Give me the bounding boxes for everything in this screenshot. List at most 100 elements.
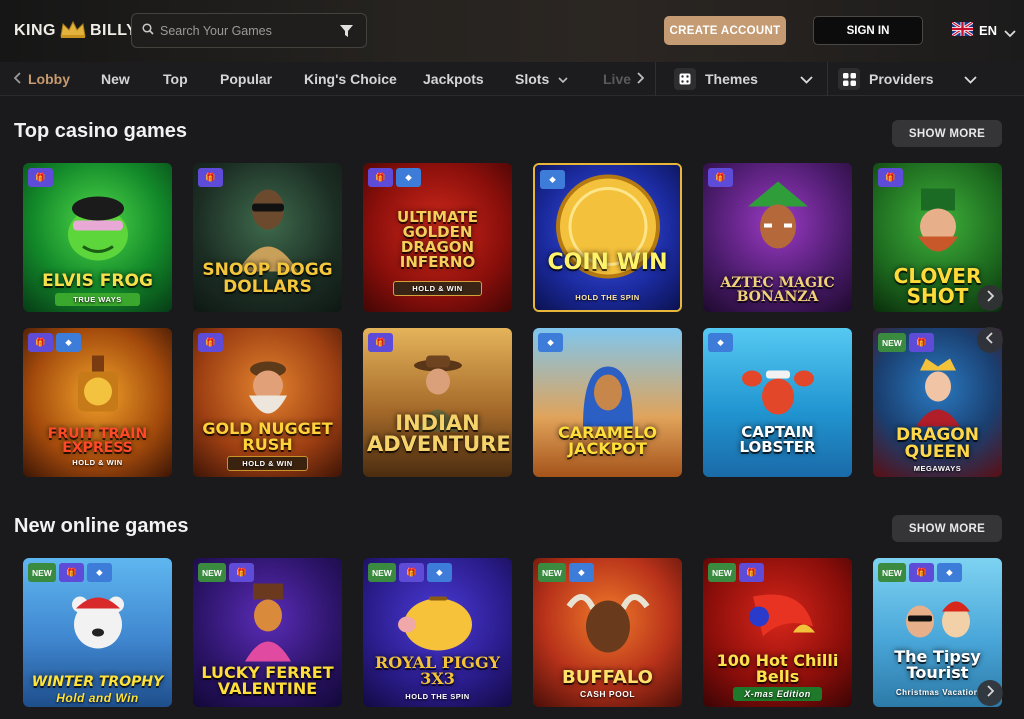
nav-item-live[interactable]: Live [603, 62, 631, 96]
create-account-button[interactable]: CREATE ACCOUNT [664, 16, 786, 45]
game-tile-indian-adventure[interactable]: Indian Adventure 🎁 [363, 328, 512, 477]
new-badge: NEW [708, 563, 736, 582]
game-title: Elvis Frog [42, 271, 153, 291]
game-title: Lucky Ferret Valentine [201, 663, 334, 698]
language-selector[interactable]: EN [951, 20, 998, 39]
sign-in-button[interactable]: SIGN IN [813, 16, 923, 45]
top-games-title: Top casino games [14, 120, 188, 142]
game-tile-golden-dragon[interactable]: Ultimate Golden Dragon Inferno HOLD & WI… [363, 163, 512, 312]
search-bar[interactable] [131, 13, 367, 48]
ferret-icon [233, 581, 303, 666]
chevron-down-icon [964, 71, 977, 87]
new-badge: NEW [878, 563, 906, 582]
game-tile-captain-lobster[interactable]: Captain Lobster ◆ [703, 328, 852, 477]
new-badge: NEW [28, 563, 56, 582]
game-tile-aztec-magic-bonanza[interactable]: Aztec Magic Bonanza 🎁 [703, 163, 852, 312]
game-badges: NEW 🎁 [198, 563, 254, 582]
game-subtitle: X-mas Edition [733, 687, 822, 701]
gift-badge-icon: 🎁 [398, 563, 424, 582]
game-tile-coin-win[interactable]: Coin Win HOLD THE SPIN ◆ [533, 163, 682, 312]
gift-badge-icon: 🎁 [368, 333, 393, 352]
providers-dropdown[interactable]: Providers [838, 62, 934, 96]
chevron-down-icon [800, 71, 813, 87]
gift-badge-icon: 🎁 [228, 563, 254, 582]
train-icon [58, 351, 138, 436]
nav-item-top[interactable]: Top [163, 62, 188, 96]
top-games-next-button[interactable] [977, 285, 1003, 311]
nav-item-label: Lobby [28, 71, 70, 87]
chevron-left-icon [13, 71, 22, 87]
chevron-right-icon [986, 684, 995, 702]
leprechaun-icon [903, 186, 973, 271]
nav-item-kings-choice[interactable]: King's Choice [304, 62, 397, 96]
nav-scroll-right-button[interactable] [636, 62, 645, 96]
bear-icon [58, 586, 138, 661]
game-tile-elvis-frog[interactable]: Elvis Frog TRUE WAYS 🎁 [23, 163, 172, 312]
diamond-badge-icon: ◆ [936, 563, 962, 582]
nav-divider [655, 62, 656, 96]
game-title: The Tipsy Tourist [894, 647, 981, 682]
game-title: Winter Trophy [31, 674, 164, 690]
nav-item-jackpots[interactable]: Jackpots [423, 62, 484, 96]
game-badges: NEW 🎁 ◆ [28, 563, 112, 582]
language-label: EN [979, 23, 998, 38]
crown-icon [59, 20, 87, 43]
category-nav: Lobby New Top Popular King's Choice Jack… [0, 62, 1024, 96]
game-title: Indian Adventure [367, 411, 511, 456]
game-tile-winter-trophy[interactable]: Winter Trophy Hold and Win NEW 🎁 ◆ [23, 558, 172, 707]
gift-badge-icon: 🎁 [368, 168, 393, 187]
game-subtitle: Hold and Win [56, 691, 139, 705]
new-games-show-more-button[interactable]: SHOW MORE [892, 515, 1002, 542]
gift-badge-icon: 🎁 [28, 333, 53, 352]
new-badge: NEW [198, 563, 226, 582]
gift-badge-icon: 🎁 [708, 168, 733, 187]
queen-icon [906, 356, 970, 431]
king-billy-logo[interactable]: KING BILLY [14, 19, 137, 43]
nav-item-lobby[interactable]: Lobby [13, 62, 70, 96]
top-games-prev-button[interactable] [977, 327, 1003, 353]
chevron-right-icon [636, 71, 645, 87]
game-badges: ◆ [708, 333, 733, 352]
themes-dropdown[interactable]: Themes [674, 62, 758, 96]
gift-badge-icon: 🎁 [198, 333, 223, 352]
top-games-show-more-button[interactable]: SHOW MORE [892, 120, 1002, 147]
search-input[interactable] [160, 23, 330, 38]
themes-chevron[interactable] [800, 62, 813, 96]
game-badges: 🎁 [708, 168, 733, 187]
providers-chevron[interactable] [964, 62, 977, 96]
game-tile-gold-nugget-rush[interactable]: Gold Nugget Rush HOLD & WIN 🎁 [193, 328, 342, 477]
game-tile-caramelo-jackpot[interactable]: Caramelo Jackpot ◆ [533, 328, 682, 477]
diamond-badge-icon: ◆ [396, 168, 421, 187]
themes-label: Themes [705, 71, 758, 87]
nav-item-popular[interactable]: Popular [220, 62, 272, 96]
game-badges: 🎁 [368, 333, 393, 352]
gift-badge-icon: 🎁 [198, 168, 223, 187]
game-tile-lucky-ferret-valentine[interactable]: Lucky Ferret Valentine NEW 🎁 [193, 558, 342, 707]
game-badges: NEW 🎁 [878, 333, 934, 352]
game-badges: 🎁 ◆ [368, 168, 421, 187]
gift-badge-icon: 🎁 [58, 563, 84, 582]
filter-icon[interactable] [339, 24, 354, 43]
warrior-icon [738, 181, 818, 276]
game-tile-buffalo-cash-pool[interactable]: Buffalo CASH POOL NEW ◆ [533, 558, 682, 707]
gift-badge-icon: 🎁 [878, 168, 903, 187]
new-games-next-button[interactable] [977, 680, 1003, 706]
diamond-badge-icon: ◆ [708, 333, 733, 352]
game-badges: NEW 🎁 [708, 563, 764, 582]
game-badges: 🎁 [878, 168, 903, 187]
lobster-icon [738, 356, 818, 431]
diamond-badge-icon: ◆ [426, 563, 452, 582]
game-title: Captain Lobster [739, 423, 816, 456]
game-tile-royal-piggy[interactable]: Royal Piggy 3x3 HOLD THE SPIN NEW 🎁 ◆ [363, 558, 512, 707]
game-tile-hot-chilli-bells[interactable]: 100 Hot Chilli Bells X-mas Edition NEW 🎁 [703, 558, 852, 707]
game-title: Aztec Magic Bonanza [720, 275, 835, 305]
nav-item-slots[interactable]: Slots [515, 62, 568, 96]
nav-item-new[interactable]: New [101, 62, 130, 96]
game-badges: 🎁 [198, 168, 223, 187]
new-badge: NEW [878, 333, 906, 352]
chevron-down-icon[interactable] [1004, 25, 1016, 43]
chevron-right-icon [986, 289, 995, 307]
game-title: Fruit Train Express [47, 426, 148, 456]
game-tile-fruit-train-express[interactable]: Fruit Train Express HOLD & WIN 🎁 ◆ [23, 328, 172, 477]
game-tile-snoop-dogg-dollars[interactable]: Snoop Dogg Dollars 🎁 [193, 163, 342, 312]
